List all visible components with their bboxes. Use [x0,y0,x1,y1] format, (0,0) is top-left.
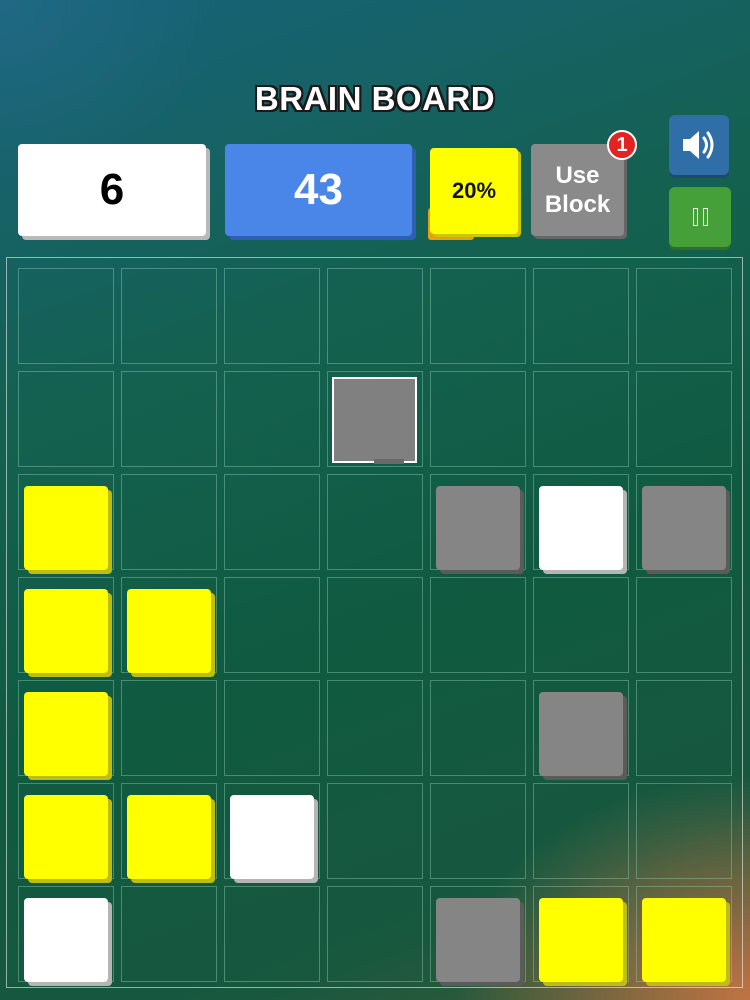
yellow-tile [24,589,108,673]
use-block-button[interactable]: Use Block [531,144,624,236]
board-cell[interactable] [327,474,423,570]
board-cell[interactable] [18,371,114,467]
board-cell[interactable] [430,783,526,879]
gray-tile [642,486,726,570]
sound-toggle-button[interactable] [669,115,729,175]
board-cell[interactable] [430,680,526,776]
board-cell[interactable] [636,268,732,364]
board-cell[interactable] [327,577,423,673]
board-cell[interactable] [327,783,423,879]
active-falling-block[interactable] [332,377,417,463]
active-block-shadow [374,459,404,464]
yellow-tile [642,898,726,982]
pause-icon [692,208,708,226]
board-cell[interactable] [533,783,629,879]
pause-button[interactable] [669,187,731,247]
board-cell[interactable] [121,886,217,982]
yellow-tile [539,898,623,982]
board-cell[interactable] [430,268,526,364]
board-cell[interactable] [533,371,629,467]
white-tile [230,795,314,879]
board-cell[interactable] [224,371,320,467]
board-cell[interactable] [430,577,526,673]
yellow-tile [24,486,108,570]
board-cell[interactable] [430,371,526,467]
board-cell[interactable] [121,474,217,570]
board-cell[interactable] [636,371,732,467]
gray-tile [436,898,520,982]
score-counter: 43 [225,144,412,236]
board-cell[interactable] [224,474,320,570]
board-cell[interactable] [327,680,423,776]
gray-tile [436,486,520,570]
board-cell[interactable] [121,268,217,364]
board-cell[interactable] [224,577,320,673]
use-block-label-line1: Use [555,162,600,189]
yellow-tile [24,692,108,776]
white-tile [24,898,108,982]
board-cell[interactable] [533,268,629,364]
progress-indicator: 20% [430,148,518,234]
board-cell[interactable] [224,268,320,364]
board-cell[interactable] [533,577,629,673]
gray-tile [539,692,623,776]
board-cell[interactable] [121,680,217,776]
board-cell[interactable] [224,886,320,982]
board-cell[interactable] [636,783,732,879]
board-cell[interactable] [636,680,732,776]
speaker-volume-icon [683,131,714,159]
board-cell[interactable] [327,268,423,364]
yellow-tile [24,795,108,879]
white-tile [539,486,623,570]
yellow-tile [127,795,211,879]
board-cell[interactable] [18,268,114,364]
game-title: BRAIN BOARD [254,80,496,117]
board-cell[interactable] [327,886,423,982]
yellow-tile [127,589,211,673]
board-cell[interactable] [121,371,217,467]
board-cell[interactable] [224,680,320,776]
level-counter: 6 [18,144,206,236]
use-block-label-line2: Block [544,191,611,218]
use-block-count-badge: 1 [607,130,637,160]
board-cell[interactable] [636,577,732,673]
